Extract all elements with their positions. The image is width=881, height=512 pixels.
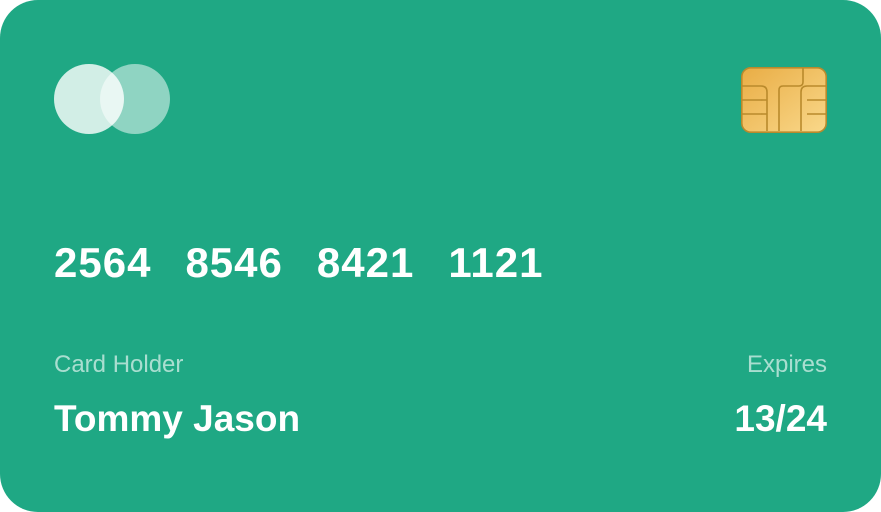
emv-chip-icon (741, 67, 827, 133)
card-number-group: 1121 (448, 239, 544, 286)
card-number-group: 8546 (185, 239, 283, 286)
card-number-group: 2564 (54, 239, 152, 286)
card-holder-name: Tommy Jason (54, 398, 301, 439)
card-number: 2564 8546 8421 1121 (54, 238, 577, 288)
card-holder-label: Card Holder (54, 351, 184, 378)
credit-card: 2564 8546 8421 1121 Card Holder Expires … (0, 0, 881, 512)
card-number-group: 8421 (316, 239, 415, 286)
card-brand-logo-icon (54, 64, 172, 136)
expires-label: Expires (746, 351, 827, 378)
expiry-date: 13/24 (734, 398, 827, 439)
brand-circle-right-icon (100, 64, 170, 134)
